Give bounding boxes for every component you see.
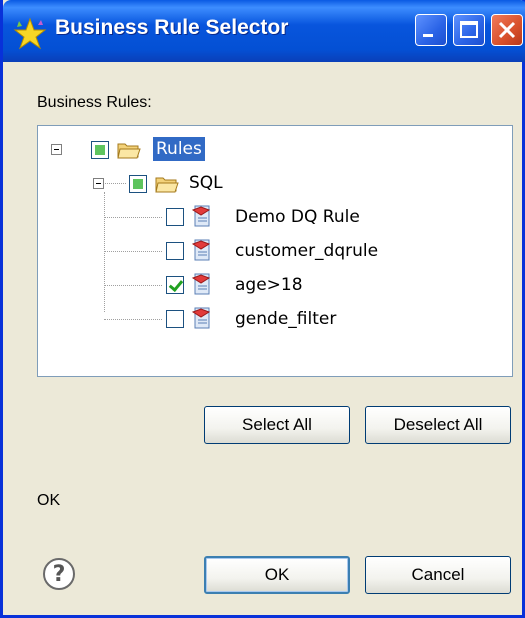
rules-checkbox[interactable]	[91, 141, 109, 159]
sql-collapse-toggle[interactable]	[93, 178, 104, 189]
tree-item-sql[interactable]: SQL	[189, 171, 223, 195]
rule-scroll-icon	[191, 205, 211, 227]
folder-open-icon	[155, 177, 179, 193]
tree-item-rule[interactable]: customer_dqrule	[235, 239, 378, 263]
title-bar[interactable]: Business Rule Selector	[3, 0, 525, 62]
status-message: OK	[37, 492, 61, 509]
rules-tree[interactable]: Rules SQL Demo DQ Rule customer_dqrule a…	[37, 125, 513, 377]
maximize-icon	[460, 21, 478, 38]
rule-scroll-icon	[191, 307, 211, 329]
tree-connector	[104, 285, 162, 286]
minimize-icon	[423, 34, 433, 37]
rule-checkbox[interactable]	[166, 242, 184, 260]
tree-item-rules[interactable]: Rules	[153, 137, 205, 161]
close-icon	[498, 21, 516, 39]
tree-item-rule[interactable]: gende_filter	[235, 307, 336, 331]
tree-connector	[104, 217, 162, 218]
rule-scroll-icon	[191, 239, 211, 261]
cancel-button[interactable]: Cancel	[365, 556, 511, 594]
wizard-star-icon	[13, 17, 47, 50]
business-rules-label: Business Rules:	[37, 94, 152, 111]
dialog-window: Business Rule Selector Business Rules: R…	[0, 0, 525, 618]
tree-connector	[104, 319, 162, 320]
close-button[interactable]	[491, 14, 523, 46]
root-collapse-toggle[interactable]	[51, 144, 62, 155]
rule-checkbox[interactable]	[166, 310, 184, 328]
tree-connector	[104, 192, 105, 312]
tree-item-rule[interactable]: age>18	[235, 273, 303, 297]
select-all-button[interactable]: Select All	[204, 406, 350, 444]
folder-open-icon	[117, 143, 141, 159]
help-button[interactable]: ?	[43, 558, 75, 590]
minimize-button[interactable]	[415, 14, 447, 46]
deselect-all-button[interactable]: Deselect All	[365, 406, 511, 444]
window-title: Business Rule Selector	[55, 16, 289, 39]
help-icon: ?	[52, 561, 66, 587]
ok-button[interactable]: OK	[204, 556, 350, 594]
rule-scroll-icon	[191, 273, 211, 295]
sql-checkbox[interactable]	[129, 175, 147, 193]
rule-checkbox[interactable]	[166, 276, 184, 294]
maximize-button[interactable]	[453, 14, 485, 46]
rule-checkbox[interactable]	[166, 208, 184, 226]
tree-connector	[104, 251, 162, 252]
tree-item-rule[interactable]: Demo DQ Rule	[235, 205, 360, 229]
